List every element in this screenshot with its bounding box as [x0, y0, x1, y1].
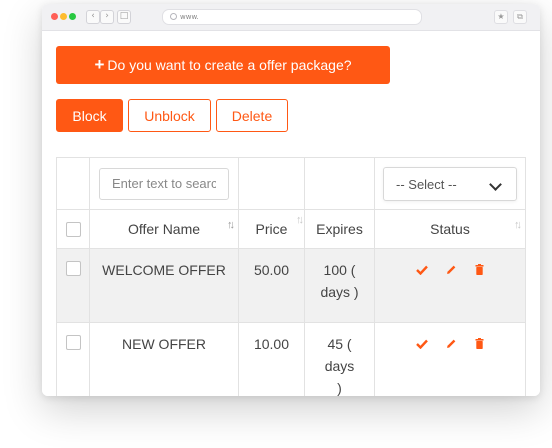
trash-icon[interactable] — [475, 262, 484, 278]
status-select-value: -- Select -- — [396, 176, 457, 192]
maximize-dot-icon[interactable] — [69, 13, 76, 20]
sort-icon: ↑↓ — [296, 214, 304, 226]
select-all-checkbox[interactable] — [65, 222, 81, 238]
offer-name-header-label: Offer Name — [127, 221, 201, 237]
create-offer-package-button[interactable]: + Do you want to create a offer package? — [56, 46, 390, 84]
tabs-icon[interactable]: ⧉ — [513, 10, 527, 24]
status-header-label: Status — [430, 221, 470, 237]
offers-table: -- Select -- Offer Name ↑↓ Price ↑↓ Expire… — [56, 157, 526, 396]
pencil-icon[interactable] — [446, 262, 457, 278]
minimize-dot-icon[interactable] — [60, 13, 67, 20]
filter-row: -- Select -- — [56, 157, 526, 210]
pencil-icon[interactable] — [446, 336, 457, 352]
search-input[interactable] — [99, 167, 229, 200]
block-button[interactable]: Block — [56, 99, 123, 132]
expires-cell: 100 ( days ) — [320, 262, 359, 300]
expires-header-label: Expires — [316, 221, 363, 237]
star-icon[interactable]: ★ — [494, 10, 508, 24]
table-row: NEW OFFER 10.00 45 ( days ) — [56, 322, 526, 396]
price-cell: 10.00 — [253, 336, 290, 352]
trash-icon[interactable] — [475, 336, 484, 352]
offer-name-cell: NEW OFFER — [122, 336, 206, 352]
forward-icon[interactable]: › — [100, 10, 114, 24]
expires-header[interactable]: Expires — [304, 209, 375, 249]
price-cell: 50.00 — [253, 262, 290, 278]
row-checkbox[interactable] — [65, 335, 81, 350]
status-select[interactable]: -- Select -- — [383, 166, 517, 201]
browser-toolbar: ‹ › □ www. ★ ⧉ — [42, 4, 540, 31]
unblock-button[interactable]: Unblock — [128, 99, 211, 132]
chevron-down-icon — [489, 177, 502, 191]
price-header-label: Price — [255, 221, 288, 237]
globe-icon — [170, 13, 177, 20]
create-offer-package-label: Do you want to create a offer package? — [107, 57, 352, 73]
price-header[interactable]: Price ↑↓ — [238, 209, 305, 249]
status-header[interactable]: Status ↑↓ — [374, 209, 526, 249]
check-icon[interactable] — [416, 262, 428, 278]
sidebar-icon[interactable]: □ — [117, 10, 131, 24]
delete-button[interactable]: Delete — [216, 99, 288, 132]
close-dot-icon[interactable] — [51, 13, 58, 20]
sort-icon: ↑↓ — [514, 219, 522, 231]
table-row: WELCOME OFFER 50.00 100 ( days ) — [56, 248, 526, 323]
sort-icon: ↑↓ — [227, 219, 235, 231]
back-icon[interactable]: ‹ — [86, 10, 100, 24]
check-icon[interactable] — [416, 336, 428, 352]
address-bar[interactable]: www. — [162, 9, 422, 25]
plus-icon: + — [94, 55, 105, 74]
offer-name-header[interactable]: Offer Name ↑↓ — [89, 209, 239, 249]
url-text: www. — [180, 13, 199, 21]
row-checkbox[interactable] — [65, 261, 81, 276]
browser-window: ‹ › □ www. ★ ⧉ + Do you want to create a … — [42, 4, 540, 396]
expires-cell: 45 ( days ) — [324, 336, 355, 396]
header-row: Offer Name ↑↓ Price ↑↓ Expires Status ↑↓ — [56, 209, 526, 249]
offer-name-cell: WELCOME OFFER — [102, 262, 226, 278]
